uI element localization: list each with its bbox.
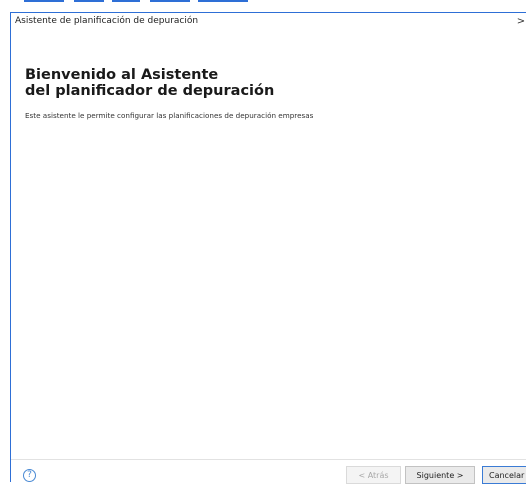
- help-icon[interactable]: ?: [23, 469, 36, 482]
- footer-divider: [11, 459, 526, 460]
- welcome-heading-line2: del planificador de depuración: [25, 83, 275, 99]
- close-icon[interactable]: >: [514, 15, 526, 29]
- window-title: Asistente de planificación de depuración: [15, 16, 199, 26]
- background-window-strip: [0, 0, 526, 4]
- welcome-heading: Bienvenido al Asistente del planificador…: [25, 67, 274, 99]
- back-button[interactable]: < Atrás: [346, 466, 401, 484]
- cancel-button[interactable]: Cancelar: [482, 466, 526, 484]
- wizard-dialog: Asistente de planificación de depuración…: [10, 12, 526, 484]
- welcome-heading-line1: Bienvenido al Asistente: [25, 67, 219, 83]
- title-bar[interactable]: Asistente de planificación de depuración…: [11, 13, 526, 33]
- next-button[interactable]: Siguiente >: [405, 466, 475, 484]
- welcome-description: Este asistente le permite configurar las…: [25, 111, 314, 120]
- wizard-window: Asistente de planificación de depuración…: [0, 0, 526, 486]
